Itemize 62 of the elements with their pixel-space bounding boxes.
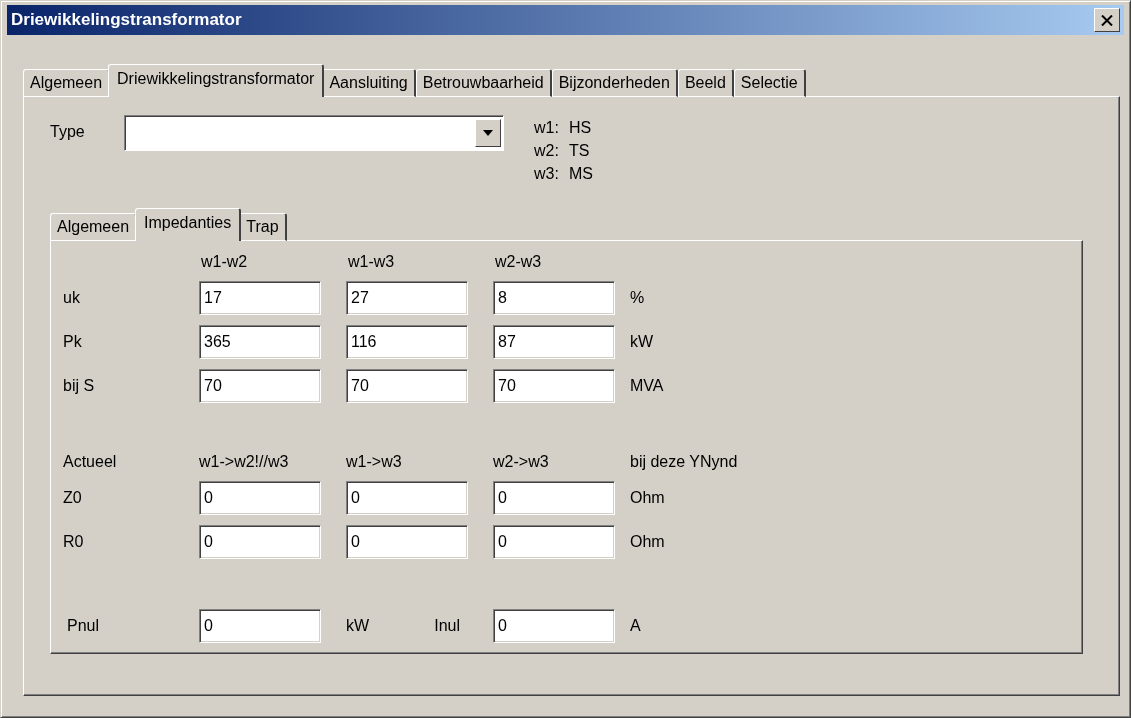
window-title: Driewikkelingstransformator <box>11 10 242 30</box>
unit-label: % <box>630 289 646 307</box>
row-label: Actueel <box>63 453 118 471</box>
input-field[interactable]: 0 <box>493 609 615 643</box>
input-field[interactable]: 8 <box>493 281 615 315</box>
type-dropdown[interactable] <box>124 115 504 151</box>
column-header: w2->w3 <box>493 453 550 471</box>
input-field[interactable]: 27 <box>346 281 468 315</box>
input-field[interactable]: 0 <box>199 609 321 643</box>
input-field[interactable]: 0 <box>346 525 468 559</box>
dropdown-button[interactable] <box>475 119 501 147</box>
row-label: R0 <box>63 533 85 551</box>
tab[interactable]: Betrouwbaarheid <box>415 69 552 97</box>
tab[interactable]: Aansluiting <box>322 69 416 97</box>
input-field[interactable]: 87 <box>493 325 615 359</box>
input-field[interactable]: 70 <box>493 369 615 403</box>
tab[interactable]: Trap <box>239 213 287 241</box>
tab[interactable]: Impedanties <box>135 208 242 241</box>
close-icon <box>1101 14 1113 26</box>
column-header: w1->w3 <box>346 453 403 471</box>
winding-value: MS <box>568 165 593 183</box>
row-label: uk <box>63 289 81 307</box>
input-field[interactable]: 365 <box>199 325 321 359</box>
row-label: bij S <box>63 377 96 395</box>
row-label: Pk <box>63 333 83 351</box>
column-header: w1->w2!//w3 <box>199 453 290 471</box>
input-field[interactable]: 0 <box>493 525 615 559</box>
tab[interactable]: Driewikkelingstransformator <box>108 64 325 97</box>
column-header: w1-w2 <box>200 253 249 271</box>
tab[interactable]: Algemeen <box>23 69 111 97</box>
unit-label: kW <box>346 617 370 635</box>
tab[interactable]: Bijzonderheden <box>551 69 678 97</box>
unit-label: Ohm <box>630 489 666 507</box>
winding-label: w1: <box>534 119 559 137</box>
unit-label: A <box>630 617 642 635</box>
row-label: Z0 <box>63 489 83 507</box>
input-field[interactable]: 0 <box>493 481 615 515</box>
unit-label: kW <box>630 333 655 351</box>
input-field[interactable]: 70 <box>346 369 468 403</box>
unit-label: Ohm <box>630 533 666 551</box>
input-field[interactable]: 70 <box>199 369 321 403</box>
winding-value: TS <box>568 142 591 160</box>
winding-label: w3: <box>534 165 559 183</box>
input-field[interactable]: 17 <box>199 281 321 315</box>
field-label: Type <box>50 122 86 141</box>
close-button[interactable] <box>1094 8 1120 32</box>
input-field[interactable]: 116 <box>346 325 468 359</box>
row-label: Pnul <box>66 617 101 635</box>
input-field[interactable]: 0 <box>346 481 468 515</box>
column-header: w2-w3 <box>494 253 543 271</box>
row-label: Inul <box>434 617 460 635</box>
winding-label: w2: <box>534 142 559 160</box>
tab[interactable]: Selectie <box>733 69 806 97</box>
input-field[interactable]: 0 <box>199 525 321 559</box>
input-field[interactable]: 0 <box>199 481 321 515</box>
winding-value: HS <box>568 119 593 137</box>
caret-icon <box>483 130 493 136</box>
column-header: w1-w3 <box>347 253 396 271</box>
note-label: bij deze YNynd <box>630 453 739 471</box>
unit-label: MVA <box>630 377 665 395</box>
tab[interactable]: Algemeen <box>50 213 138 241</box>
tab[interactable]: Beeld <box>677 69 734 97</box>
